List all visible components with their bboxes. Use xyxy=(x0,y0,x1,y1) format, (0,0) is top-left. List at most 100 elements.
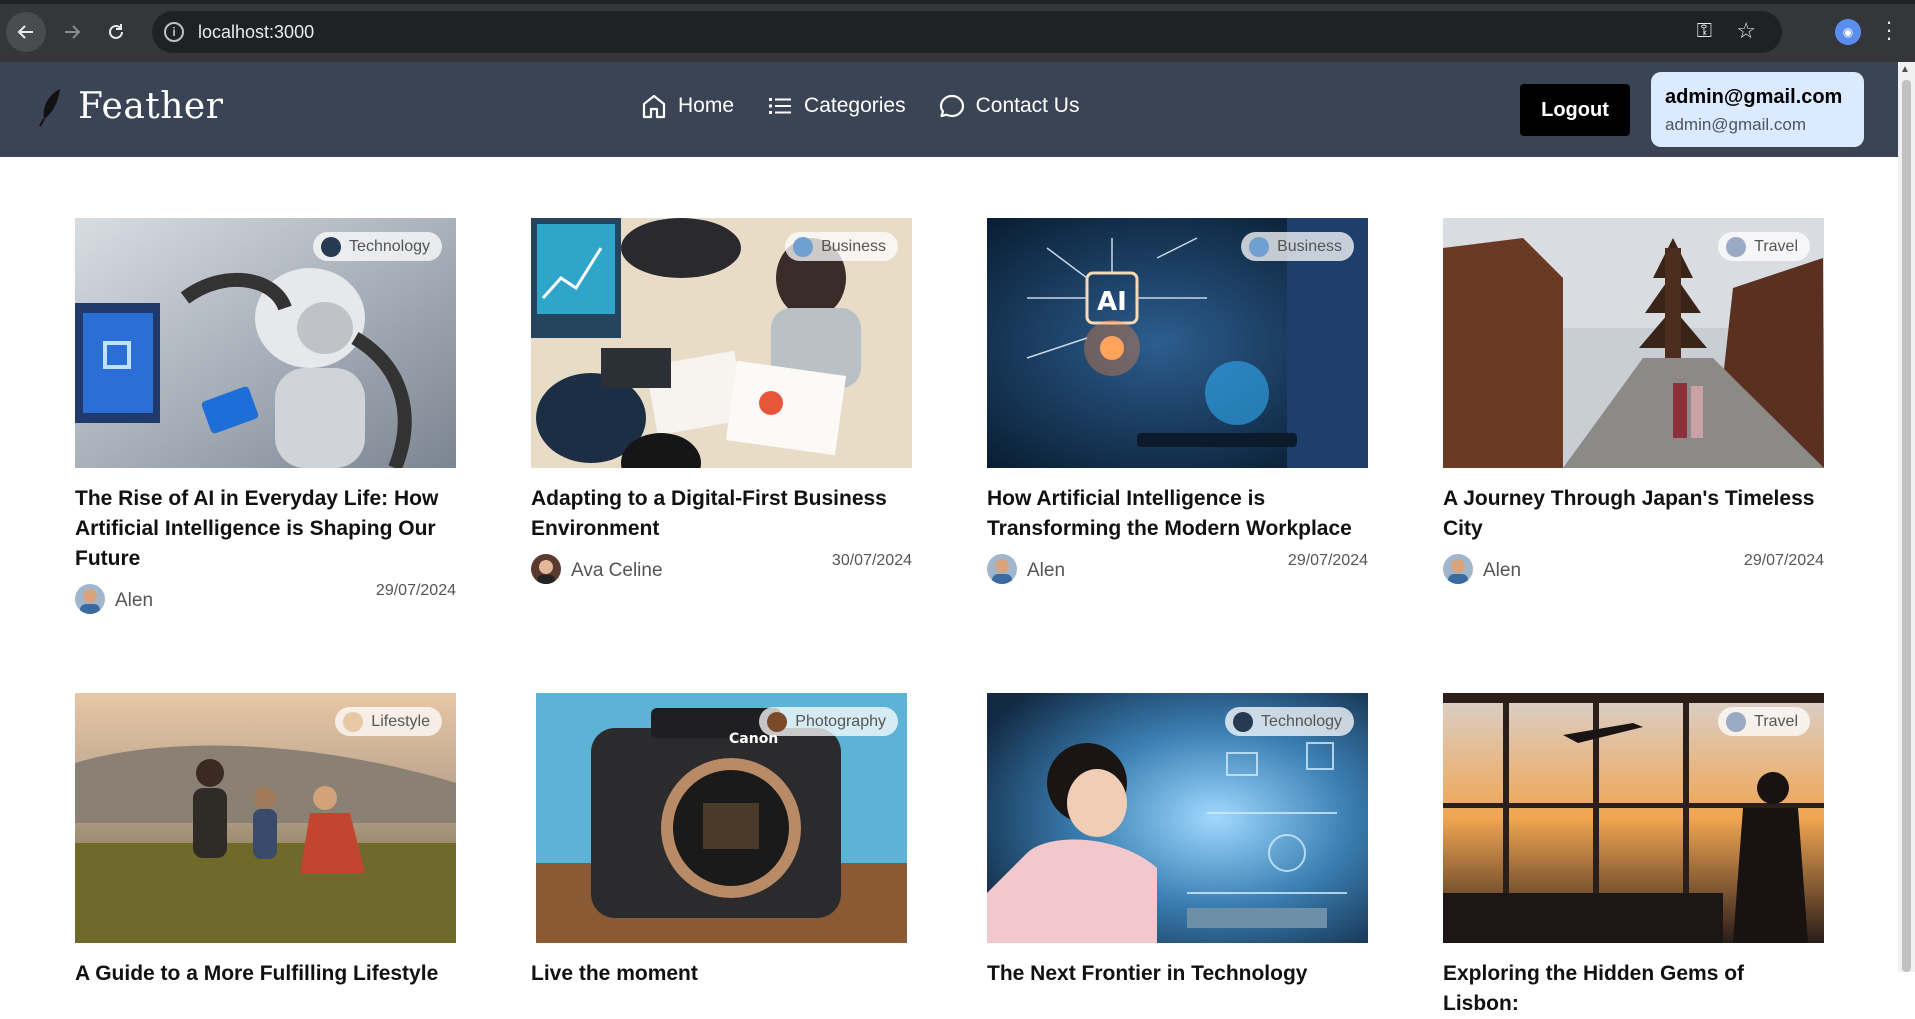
post-date: 29/07/2024 xyxy=(1287,552,1368,569)
author-avatar xyxy=(531,554,561,584)
arrow-left-icon xyxy=(17,25,33,39)
post-title[interactable]: How Artificial Intelligence is Transform… xyxy=(987,484,1368,544)
post-title[interactable]: The Rise of AI in Everyday Life: How Art… xyxy=(75,484,456,574)
url-text: localhost:3000 xyxy=(198,21,315,42)
post-title[interactable]: A Journey Through Japan's Timeless City xyxy=(1443,484,1824,544)
address-bar[interactable]: i localhost:3000 ⚿ ☆ xyxy=(152,11,1782,53)
author-name[interactable]: Alen xyxy=(1483,560,1521,582)
category-icon xyxy=(1233,711,1254,732)
post-card[interactable]: Travel Exploring the Hidden Gems of Lisb… xyxy=(1443,693,1824,1019)
nav-contact[interactable]: Contact Us xyxy=(938,92,1080,120)
category-badge[interactable]: Photography xyxy=(759,707,898,736)
post-title[interactable]: Adapting to a Digital-First Business Env… xyxy=(531,484,912,544)
brand-name: Feather xyxy=(78,86,224,127)
post-image[interactable]: Travel xyxy=(1443,218,1824,468)
nav-home[interactable]: Home xyxy=(640,92,734,120)
category-icon xyxy=(343,711,364,732)
logout-button[interactable]: Logout xyxy=(1520,84,1630,136)
post-image[interactable]: Technology xyxy=(987,693,1368,943)
post-card[interactable]: AI Business How Artificial Intelligence … xyxy=(987,218,1368,584)
user-name: admin@gmail.com xyxy=(1665,86,1843,108)
back-button[interactable] xyxy=(6,12,46,52)
post-image[interactable]: Business xyxy=(531,218,912,468)
key-icon[interactable]: ⚿ xyxy=(1697,20,1712,43)
category-label: Travel xyxy=(1754,712,1798,730)
feather-icon xyxy=(39,88,60,126)
post-meta: Alen 29/07/2024 xyxy=(1443,552,1824,584)
category-label: Photography xyxy=(795,712,886,730)
category-badge[interactable]: Technology xyxy=(313,232,442,261)
nav-contact-label: Contact Us xyxy=(975,94,1080,117)
post-title[interactable]: Exploring the Hidden Gems of Lisbon: xyxy=(1443,959,1824,1019)
author-avatar xyxy=(1443,554,1473,584)
category-label: Technology xyxy=(1261,712,1342,730)
category-badge[interactable]: Technology xyxy=(1225,707,1354,736)
post-card[interactable]: Technology The Rise of AI in Everyday Li… xyxy=(75,218,456,614)
category-icon xyxy=(1726,711,1747,732)
post-card[interactable]: Travel A Journey Through Japan's Timeles… xyxy=(1443,218,1824,584)
profile-avatar-icon[interactable]: ◉ xyxy=(1835,19,1861,45)
post-date: 30/07/2024 xyxy=(831,552,912,569)
post-image[interactable]: Lifestyle xyxy=(75,693,456,943)
author-avatar xyxy=(987,554,1017,584)
post-card[interactable]: Technology The Next Frontier in Technolo… xyxy=(987,693,1368,989)
chat-icon xyxy=(939,94,964,118)
nav-categories[interactable]: Categories xyxy=(766,92,906,120)
nav-categories-label: Categories xyxy=(804,94,906,117)
post-date: 29/07/2024 xyxy=(375,582,456,599)
site-header: Feather Home Categories Contact Us Logou… xyxy=(0,62,1898,157)
author-name[interactable]: Ava Celine xyxy=(571,560,663,582)
author-avatar xyxy=(75,584,105,614)
category-icon xyxy=(321,236,342,257)
category-icon xyxy=(1726,236,1747,257)
logo[interactable]: Feather xyxy=(38,86,223,127)
category-icon xyxy=(793,236,814,257)
post-image[interactable]: Technology xyxy=(75,218,456,468)
tab-strip xyxy=(0,0,1915,4)
list-icon xyxy=(769,98,792,114)
post-card[interactable]: Lifestyle A Guide to a More Fulfilling L… xyxy=(75,693,456,989)
category-label: Lifestyle xyxy=(371,712,430,730)
browser-toolbar: i localhost:3000 ⚿ ☆ ◉ · · · xyxy=(0,0,1915,62)
post-meta: Alen 29/07/2024 xyxy=(75,582,456,614)
post-title[interactable]: The Next Frontier in Technology xyxy=(987,959,1368,989)
post-title[interactable]: A Guide to a More Fulfilling Lifestyle xyxy=(75,959,456,989)
category-label: Technology xyxy=(349,237,430,255)
scroll-up-arrow-icon[interactable]: ▲ xyxy=(1900,64,1910,75)
post-image[interactable]: Travel xyxy=(1443,693,1824,943)
svg-text:AI: AI xyxy=(1097,287,1127,317)
category-icon xyxy=(767,711,788,732)
nav-home-label: Home xyxy=(678,94,735,117)
scrollbar-thumb[interactable] xyxy=(1902,80,1911,972)
category-badge[interactable]: Business xyxy=(1241,232,1354,261)
category-badge[interactable]: Business xyxy=(785,232,898,261)
category-label: Business xyxy=(821,237,886,255)
post-image[interactable]: AI Business xyxy=(987,218,1368,468)
post-title[interactable]: Live the moment xyxy=(531,959,912,989)
site-info-icon[interactable]: i xyxy=(164,22,184,42)
reload-icon xyxy=(109,24,123,39)
forward-button[interactable] xyxy=(52,12,92,52)
main-nav: Home Categories Contact Us xyxy=(640,92,1111,120)
post-image[interactable]: Canon Photography xyxy=(531,693,912,943)
post-card[interactable]: Business Adapting to a Digital-First Bus… xyxy=(531,218,912,584)
category-badge[interactable]: Travel xyxy=(1718,707,1810,736)
browser-menu-icon[interactable]: · · · xyxy=(1882,11,1896,49)
reload-button[interactable] xyxy=(96,12,136,52)
category-badge[interactable]: Travel xyxy=(1718,232,1810,261)
user-card[interactable]: admin@gmail.com admin@gmail.com xyxy=(1651,72,1864,147)
category-icon xyxy=(1249,236,1270,257)
post-date: 29/07/2024 xyxy=(1743,552,1824,569)
home-icon xyxy=(642,94,666,119)
bookmark-star-icon[interactable]: ☆ xyxy=(1736,18,1756,44)
author-name[interactable]: Alen xyxy=(115,590,153,612)
post-meta: Alen 29/07/2024 xyxy=(987,552,1368,584)
post-meta: Ava Celine 30/07/2024 xyxy=(531,552,912,584)
arrow-right-icon xyxy=(65,25,81,39)
post-card[interactable]: Canon Photography Live the moment xyxy=(531,693,912,989)
category-badge[interactable]: Lifestyle xyxy=(335,707,442,736)
category-label: Travel xyxy=(1754,237,1798,255)
user-email: admin@gmail.com xyxy=(1665,115,1807,134)
category-label: Business xyxy=(1277,237,1342,255)
author-name[interactable]: Alen xyxy=(1027,560,1065,582)
